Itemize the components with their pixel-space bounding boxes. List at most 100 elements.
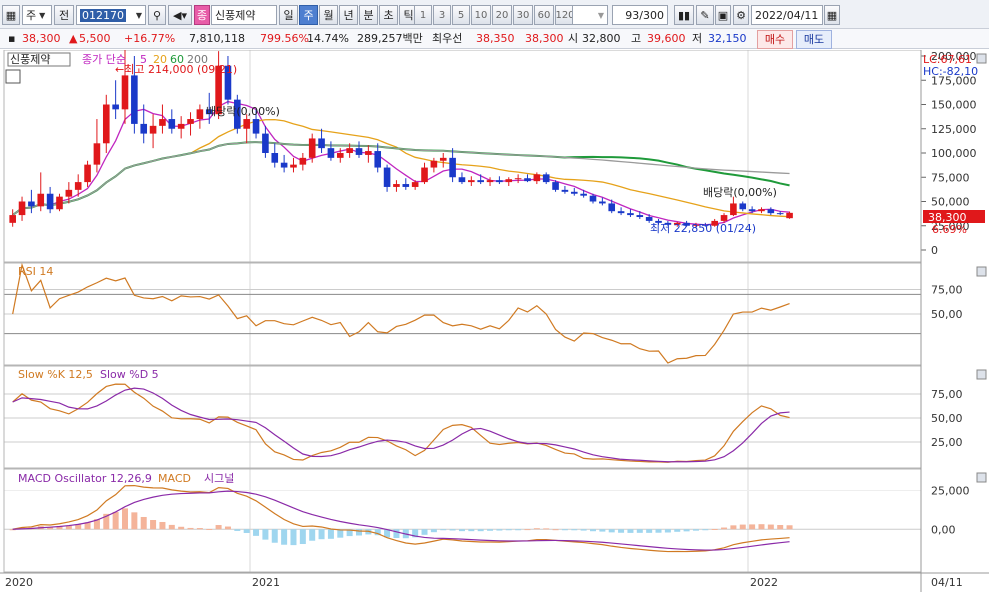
candle-body <box>599 201 606 204</box>
candle-body <box>645 217 653 221</box>
price-change-pct: +16.77% <box>124 32 176 45</box>
candle-body <box>524 178 531 182</box>
candle-body <box>589 195 597 202</box>
best-bid: 38,300 <box>525 32 564 45</box>
macd-osc-bar <box>253 529 260 536</box>
candle-body <box>196 109 204 120</box>
macd-osc-bar <box>196 528 203 530</box>
x-label-2020: 2020 <box>5 576 33 589</box>
prev-button[interactable]: 전 <box>54 5 74 25</box>
code-input[interactable]: 012170 ▼ <box>76 5 146 25</box>
macd-osc-bar <box>449 529 456 531</box>
sell-button[interactable]: 매도 <box>796 30 832 49</box>
count-field[interactable]: 93/300 <box>612 5 668 25</box>
candle-body <box>374 151 382 168</box>
macd-osc-bar <box>187 527 194 530</box>
macd-close-icon <box>976 472 987 483</box>
gear-icon[interactable]: ⚙ <box>733 5 749 25</box>
period-button-4[interactable]: 분 <box>359 5 378 25</box>
interval-button-10[interactable]: 10 <box>471 5 491 25</box>
candle-body <box>56 196 63 210</box>
rsi-label: RSI 14 <box>18 265 53 278</box>
period-button-0[interactable]: 일 <box>279 5 298 25</box>
buy-button[interactable]: 매수 <box>757 30 793 49</box>
date-field[interactable]: 2022/04/11 <box>751 5 823 25</box>
period-button-5[interactable]: 초 <box>379 5 398 25</box>
macd-osc-bar <box>206 529 213 531</box>
interval-select[interactable]: ▼ <box>572 5 608 25</box>
stoch-y-tick: 25,00 <box>931 436 963 449</box>
price-y-tick: 0 <box>931 244 938 257</box>
candle-type-icon[interactable]: ▮▮ <box>674 5 694 25</box>
macd-osc-bar <box>458 529 465 532</box>
candle-body <box>308 138 316 158</box>
macd-osc-bar <box>590 529 596 532</box>
macd-osc-bar <box>281 529 288 545</box>
macd-osc-bar <box>468 529 475 532</box>
open-label: 시 <box>568 32 579 45</box>
candle-body <box>9 215 16 223</box>
candle-body <box>355 148 363 155</box>
calendar-icon[interactable]: ▦ <box>824 5 840 25</box>
interval-button-5[interactable]: 5 <box>452 5 470 25</box>
tools-icon[interactable]: ✎ <box>696 5 714 25</box>
macd-osc-bar <box>608 529 615 533</box>
price-y-tick: 75,000 <box>931 171 970 184</box>
interval-button-3[interactable]: 3 <box>433 5 451 25</box>
candle-body <box>18 201 26 216</box>
macd-osc-bar <box>721 527 728 530</box>
interval-button-1[interactable]: 1 <box>414 5 432 25</box>
candle-body <box>177 123 185 129</box>
candle-body <box>271 153 279 163</box>
macd-osc-bar <box>702 529 709 531</box>
macd-osc-bar <box>243 529 250 533</box>
stoch-y-tick: 50,00 <box>931 412 963 425</box>
candle-body <box>93 143 101 165</box>
interval-button-60[interactable]: 60 <box>534 5 554 25</box>
dot-icon: ▪ <box>8 32 16 45</box>
candle-body <box>786 212 793 219</box>
macd-osc-bar <box>618 529 625 533</box>
candle-body <box>131 75 138 124</box>
interval-button-20[interactable]: 20 <box>492 5 512 25</box>
candle-body <box>159 119 166 126</box>
stock-name-tag: 신풍제약 <box>10 52 50 66</box>
price-y-tick: 125,000 <box>931 123 977 136</box>
macd-osc-bar <box>234 529 241 531</box>
candle-body <box>402 184 410 187</box>
open-price: 32,800 <box>582 32 621 45</box>
candle-body <box>758 209 765 212</box>
period-button-1[interactable]: 주 <box>299 5 318 25</box>
price-close-icon <box>976 53 987 64</box>
search-icon[interactable]: ⚲ <box>148 5 166 25</box>
macd-osc-bar <box>440 529 447 531</box>
stoch-k-label: Slow %K 12,5 <box>18 368 93 381</box>
candle-body <box>299 157 307 165</box>
macd-osc-bar <box>159 521 166 530</box>
macd-osc-bar <box>487 529 494 531</box>
high-label: 고 <box>631 32 642 45</box>
stock-chart[interactable]: 200,000175,000150,000125,000100,00075,00… <box>0 50 989 592</box>
speaker-icon[interactable]: ◀▾ <box>168 5 192 25</box>
rsi-y-tick: 75,00 <box>931 284 963 297</box>
candle-body <box>411 182 419 187</box>
price-y-tick: 50,000 <box>931 196 970 209</box>
candle-body <box>739 203 747 210</box>
macd-osc-bar <box>168 524 175 530</box>
candle-body <box>458 177 466 183</box>
grid-icon[interactable]: ▦ <box>2 5 20 25</box>
candle-body <box>421 167 428 183</box>
candle-body <box>496 180 503 183</box>
macd-osc-bar <box>749 524 756 530</box>
industry-badge[interactable]: 종 <box>194 5 210 25</box>
period-button-3[interactable]: 년 <box>339 5 358 25</box>
candle-body <box>393 184 400 187</box>
save-icon[interactable]: ▣ <box>715 5 731 25</box>
type-select[interactable]: 주 ▼ <box>22 5 52 25</box>
macd-osc-bar <box>393 529 400 538</box>
period-button-2[interactable]: 월 <box>319 5 338 25</box>
macd-osc-bar <box>356 529 362 536</box>
up-arrow-icon: ▲ <box>69 32 78 45</box>
macd-osc-bar <box>299 529 306 545</box>
interval-button-30[interactable]: 30 <box>513 5 533 25</box>
